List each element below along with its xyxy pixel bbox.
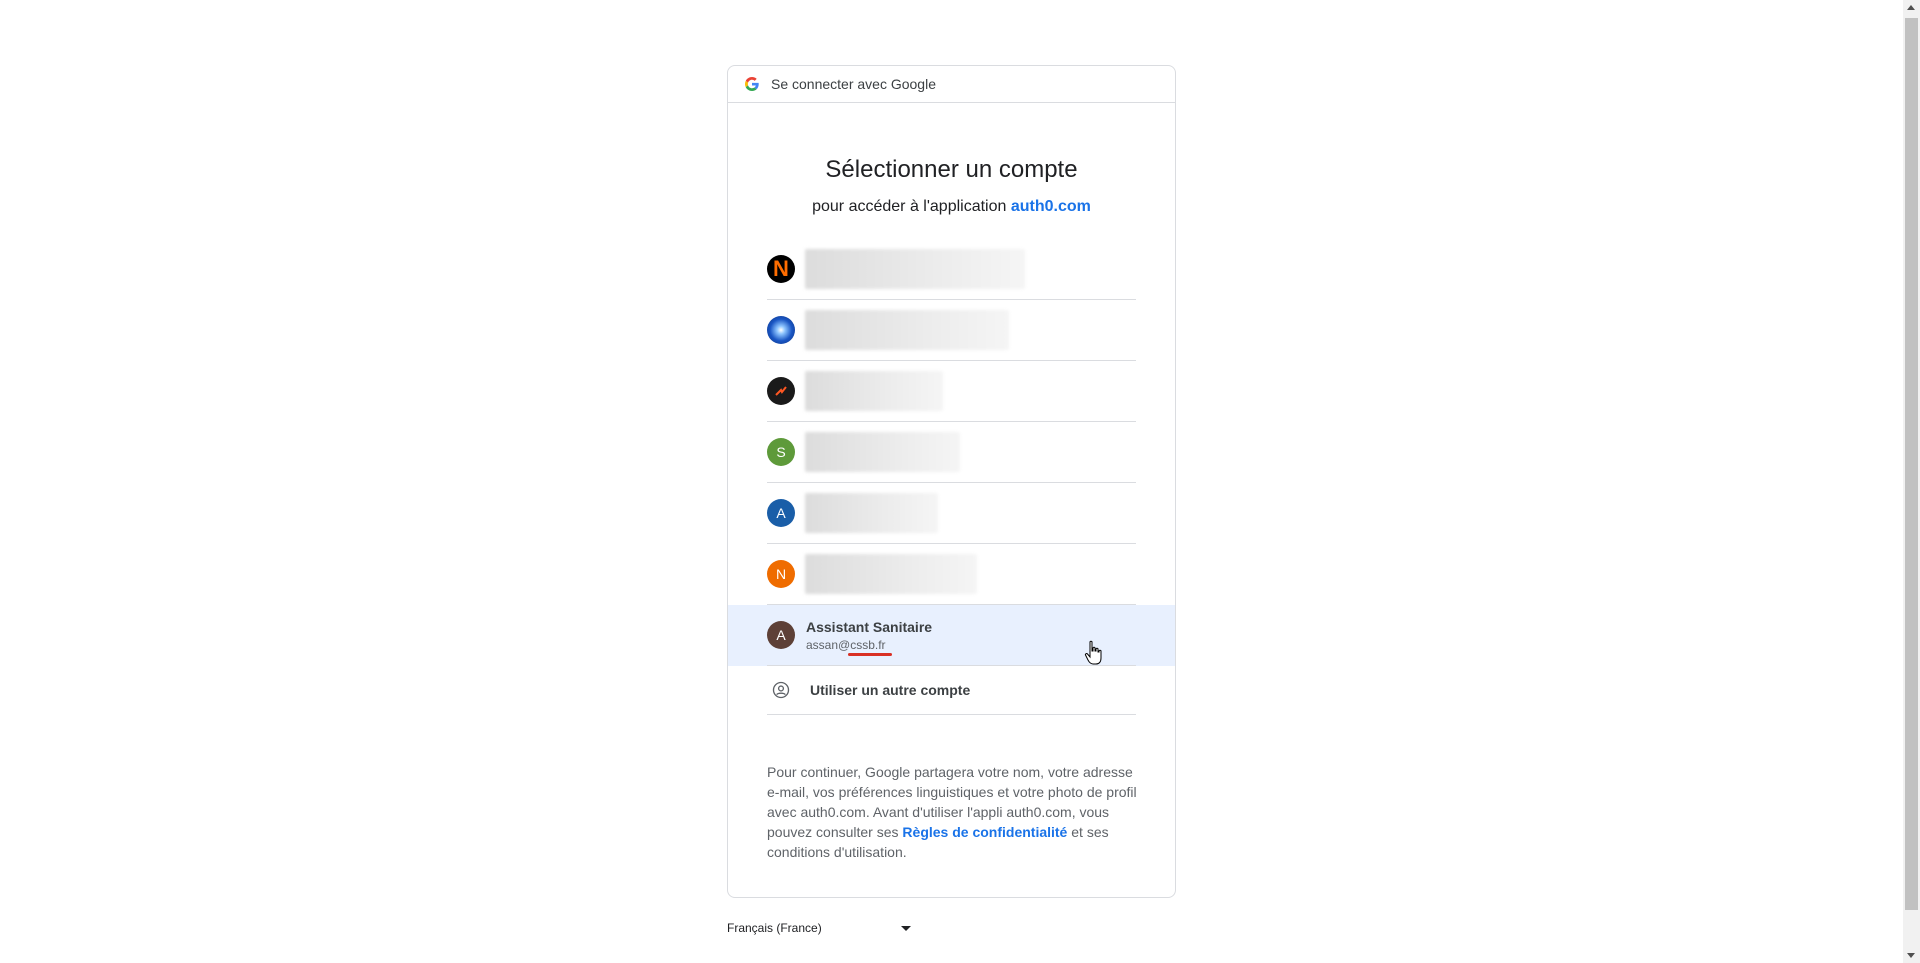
page-subtitle: pour accéder à l'application auth0.com	[728, 198, 1175, 216]
blurred-account-info	[805, 554, 977, 594]
account-item[interactable]: S	[728, 422, 1175, 483]
avatar	[767, 377, 795, 405]
avatar: N	[767, 255, 795, 283]
avatar: S	[767, 438, 795, 466]
info-text: Pour continuer, Google partagera votre n…	[767, 762, 1137, 862]
account-circle-icon	[772, 681, 790, 699]
avatar	[767, 316, 795, 344]
avatar: N	[767, 560, 795, 588]
account-item[interactable]: A	[728, 483, 1175, 544]
vertical-scrollbar[interactable]	[1903, 0, 1920, 963]
google-logo-icon	[745, 77, 759, 91]
card-header: Se connecter avec Google	[728, 66, 1175, 103]
avatar: A	[767, 499, 795, 527]
blurred-account-info	[805, 310, 1009, 350]
account-item[interactable]	[728, 300, 1175, 361]
use-other-account-label: Utiliser un autre compte	[810, 682, 971, 698]
use-other-account-button[interactable]: Utiliser un autre compte	[728, 666, 1175, 715]
scroll-up-icon[interactable]	[1907, 5, 1915, 10]
account-item[interactable]: N	[728, 239, 1175, 300]
logo-icon	[775, 386, 787, 396]
account-item[interactable]: N	[728, 544, 1175, 605]
account-email: assan@cssb.fr	[806, 637, 932, 656]
avatar: A	[767, 621, 795, 649]
account-item-selected[interactable]: A Assistant Sanitaire assan@cssb.fr	[728, 605, 1175, 666]
account-email-text: assan@cssb.fr	[806, 637, 886, 652]
account-list: N S A N A Assistant Sanitaire assan@cssb…	[728, 239, 1175, 715]
annotation-underline	[848, 652, 892, 656]
app-link[interactable]: auth0.com	[1011, 198, 1091, 215]
blurred-account-info	[805, 371, 943, 411]
sign-in-card: Se connecter avec Google Sélectionner un…	[727, 65, 1176, 898]
chevron-down-icon	[901, 925, 911, 931]
hand-cursor-icon	[1084, 640, 1102, 665]
account-name: Assistant Sanitaire	[806, 618, 933, 635]
language-label: Français (France)	[727, 921, 822, 935]
privacy-link[interactable]: Règles de confidentialité	[902, 824, 1067, 840]
blurred-account-info	[805, 493, 938, 533]
blurred-account-info	[805, 249, 1025, 289]
page-title: Sélectionner un compte	[825, 156, 1078, 183]
account-item[interactable]	[728, 361, 1175, 422]
header-title: Se connecter avec Google	[771, 76, 936, 92]
language-selector[interactable]: Français (France)	[727, 921, 911, 935]
subtitle-text: pour accéder à l'application	[812, 198, 1007, 215]
scroll-down-icon[interactable]	[1907, 953, 1915, 958]
scrollbar-thumb[interactable]	[1905, 18, 1918, 910]
blurred-account-info	[805, 432, 960, 472]
